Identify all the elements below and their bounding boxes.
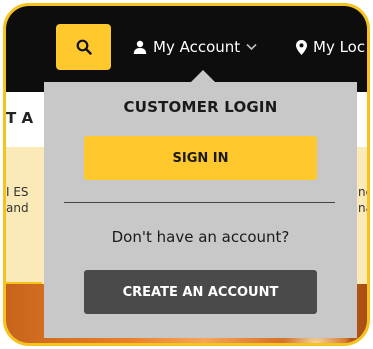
- customer-login-heading: CUSTOMER LOGIN: [123, 98, 278, 116]
- user-icon: [133, 40, 147, 54]
- dropdown-divider: [64, 202, 335, 203]
- promo-text-left-2: and: [6, 201, 29, 215]
- site-header: My Account My Loc: [6, 6, 367, 92]
- promo-text-left-1: I ES: [6, 185, 29, 199]
- nav-item-partial-right[interactable]: 1-: [366, 109, 367, 127]
- search-icon: [76, 39, 92, 55]
- my-location-link[interactable]: My Loc: [296, 26, 365, 68]
- my-account-label: My Account: [153, 38, 241, 56]
- my-account-link[interactable]: My Account: [133, 26, 257, 68]
- promo-text-right-1: nct: [358, 185, 367, 199]
- chevron-down-icon: [246, 43, 257, 51]
- account-dropdown: CUSTOMER LOGIN SIGN IN Don't have an acc…: [44, 82, 357, 338]
- sign-in-button[interactable]: SIGN IN: [84, 136, 317, 180]
- my-location-label: My Loc: [313, 38, 366, 56]
- create-account-button[interactable]: CREATE AN ACCOUNT: [84, 270, 317, 314]
- nav-item-partial-left[interactable]: T A: [6, 109, 33, 127]
- map-pin-icon: [296, 39, 307, 55]
- no-account-text: Don't have an account?: [111, 228, 290, 246]
- screenshot-frame: My Account My Loc T A 1- I ES and nct na…: [3, 3, 370, 346]
- promo-text-right-2: nar: [358, 201, 367, 215]
- search-button[interactable]: [56, 24, 111, 70]
